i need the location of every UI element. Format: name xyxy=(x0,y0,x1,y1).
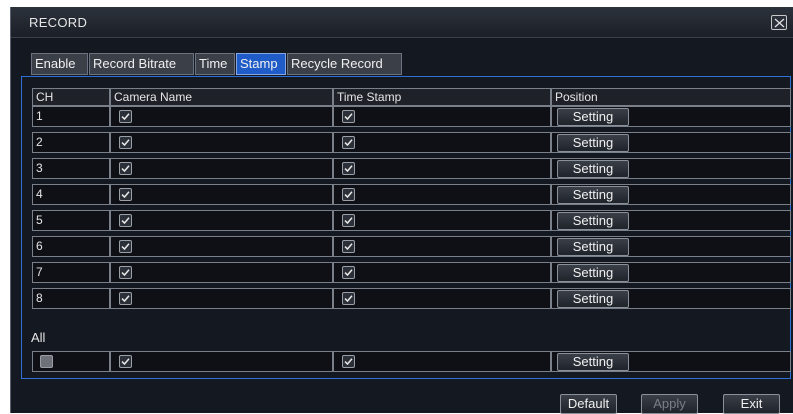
check-icon xyxy=(121,243,130,251)
all-position-setting-button[interactable]: Setting xyxy=(557,353,629,371)
time-stamp-checkbox[interactable] xyxy=(342,110,355,123)
channel-number: 4 xyxy=(32,184,110,205)
apply-button[interactable]: Apply xyxy=(641,394,698,414)
camera-name-cell xyxy=(110,106,333,127)
tab-recycle-record[interactable]: Recycle Record xyxy=(287,53,402,75)
time-stamp-checkbox[interactable] xyxy=(342,162,355,175)
position-setting-button[interactable]: Setting xyxy=(557,108,629,126)
camera-name-cell xyxy=(110,132,333,153)
close-icon xyxy=(774,18,785,28)
check-icon xyxy=(344,191,353,199)
camera-name-checkbox[interactable] xyxy=(119,110,132,123)
check-icon xyxy=(121,139,130,147)
check-icon xyxy=(344,139,353,147)
time-stamp-checkbox[interactable] xyxy=(342,240,355,253)
check-icon xyxy=(344,243,353,251)
header-camera-name: Camera Name xyxy=(110,88,333,106)
camera-name-cell xyxy=(110,210,333,231)
camera-name-cell xyxy=(110,184,333,205)
check-icon xyxy=(121,191,130,199)
all-camera-name-checkbox[interactable] xyxy=(119,355,132,368)
position-setting-button[interactable]: Setting xyxy=(557,160,629,178)
header-position: Position xyxy=(551,88,791,106)
check-icon xyxy=(121,165,130,173)
check-icon xyxy=(344,269,353,277)
header-ch: CH xyxy=(32,88,110,106)
stamp-table-panel: CH Camera Name Time Stamp Position 1 Setting 2… xyxy=(21,76,791,379)
camera-name-checkbox[interactable] xyxy=(119,162,132,175)
channel-number: 7 xyxy=(32,262,110,283)
all-time-stamp-checkbox[interactable] xyxy=(342,355,355,368)
channel-number: 3 xyxy=(32,158,110,179)
time-stamp-cell xyxy=(333,210,551,231)
window-title: RECORD xyxy=(29,15,88,30)
record-window: RECORD Enable Record Bitrate Time Stamp Recy… xyxy=(10,7,793,414)
check-icon xyxy=(121,113,130,121)
title-bar: RECORD xyxy=(11,7,793,38)
tab-time[interactable]: Time xyxy=(195,53,235,75)
channel-number: 2 xyxy=(32,132,110,153)
camera-name-cell xyxy=(110,236,333,257)
camera-name-checkbox[interactable] xyxy=(119,214,132,227)
check-icon xyxy=(344,217,353,225)
check-icon xyxy=(344,165,353,173)
all-select-checkbox[interactable] xyxy=(40,355,53,368)
time-stamp-checkbox[interactable] xyxy=(342,266,355,279)
camera-name-checkbox[interactable] xyxy=(119,240,132,253)
close-button[interactable] xyxy=(771,15,787,30)
tab-record-bitrate[interactable]: Record Bitrate xyxy=(89,53,194,75)
check-icon xyxy=(344,295,353,303)
camera-name-cell xyxy=(110,262,333,283)
all-camera-name-cell xyxy=(110,351,333,372)
channel-number: 5 xyxy=(32,210,110,231)
camera-name-checkbox[interactable] xyxy=(119,266,132,279)
position-setting-button[interactable]: Setting xyxy=(557,212,629,230)
channel-number: 8 xyxy=(32,288,110,309)
camera-name-cell xyxy=(110,288,333,309)
channel-number: 6 xyxy=(32,236,110,257)
tab-stamp[interactable]: Stamp xyxy=(236,53,286,75)
camera-name-checkbox[interactable] xyxy=(119,136,132,149)
check-icon xyxy=(344,113,353,121)
time-stamp-checkbox[interactable] xyxy=(342,292,355,305)
time-stamp-checkbox[interactable] xyxy=(342,136,355,149)
tab-bar: Enable Record Bitrate Time Stamp Recycle Rec… xyxy=(31,53,403,75)
all-label: All xyxy=(31,330,46,345)
time-stamp-checkbox[interactable] xyxy=(342,188,355,201)
camera-name-checkbox[interactable] xyxy=(119,292,132,305)
time-stamp-checkbox[interactable] xyxy=(342,214,355,227)
position-setting-button[interactable]: Setting xyxy=(557,134,629,152)
check-icon xyxy=(344,358,353,366)
check-icon xyxy=(121,269,130,277)
position-setting-button[interactable]: Setting xyxy=(557,186,629,204)
camera-name-checkbox[interactable] xyxy=(119,188,132,201)
check-icon xyxy=(121,358,130,366)
position-setting-button[interactable]: Setting xyxy=(557,290,629,308)
time-stamp-cell xyxy=(333,158,551,179)
default-button[interactable]: Default xyxy=(560,394,617,414)
position-setting-button[interactable]: Setting xyxy=(557,238,629,256)
time-stamp-cell xyxy=(333,106,551,127)
check-icon xyxy=(121,295,130,303)
all-time-stamp-cell xyxy=(333,351,551,372)
time-stamp-cell xyxy=(333,184,551,205)
time-stamp-cell xyxy=(333,236,551,257)
time-stamp-cell xyxy=(333,288,551,309)
exit-button[interactable]: Exit xyxy=(723,394,780,414)
camera-name-cell xyxy=(110,158,333,179)
time-stamp-cell xyxy=(333,132,551,153)
position-setting-button[interactable]: Setting xyxy=(557,264,629,282)
time-stamp-cell xyxy=(333,262,551,283)
tab-enable[interactable]: Enable xyxy=(31,53,88,75)
channel-number: 1 xyxy=(32,106,110,127)
check-icon xyxy=(121,217,130,225)
header-time-stamp: Time Stamp xyxy=(333,88,551,106)
